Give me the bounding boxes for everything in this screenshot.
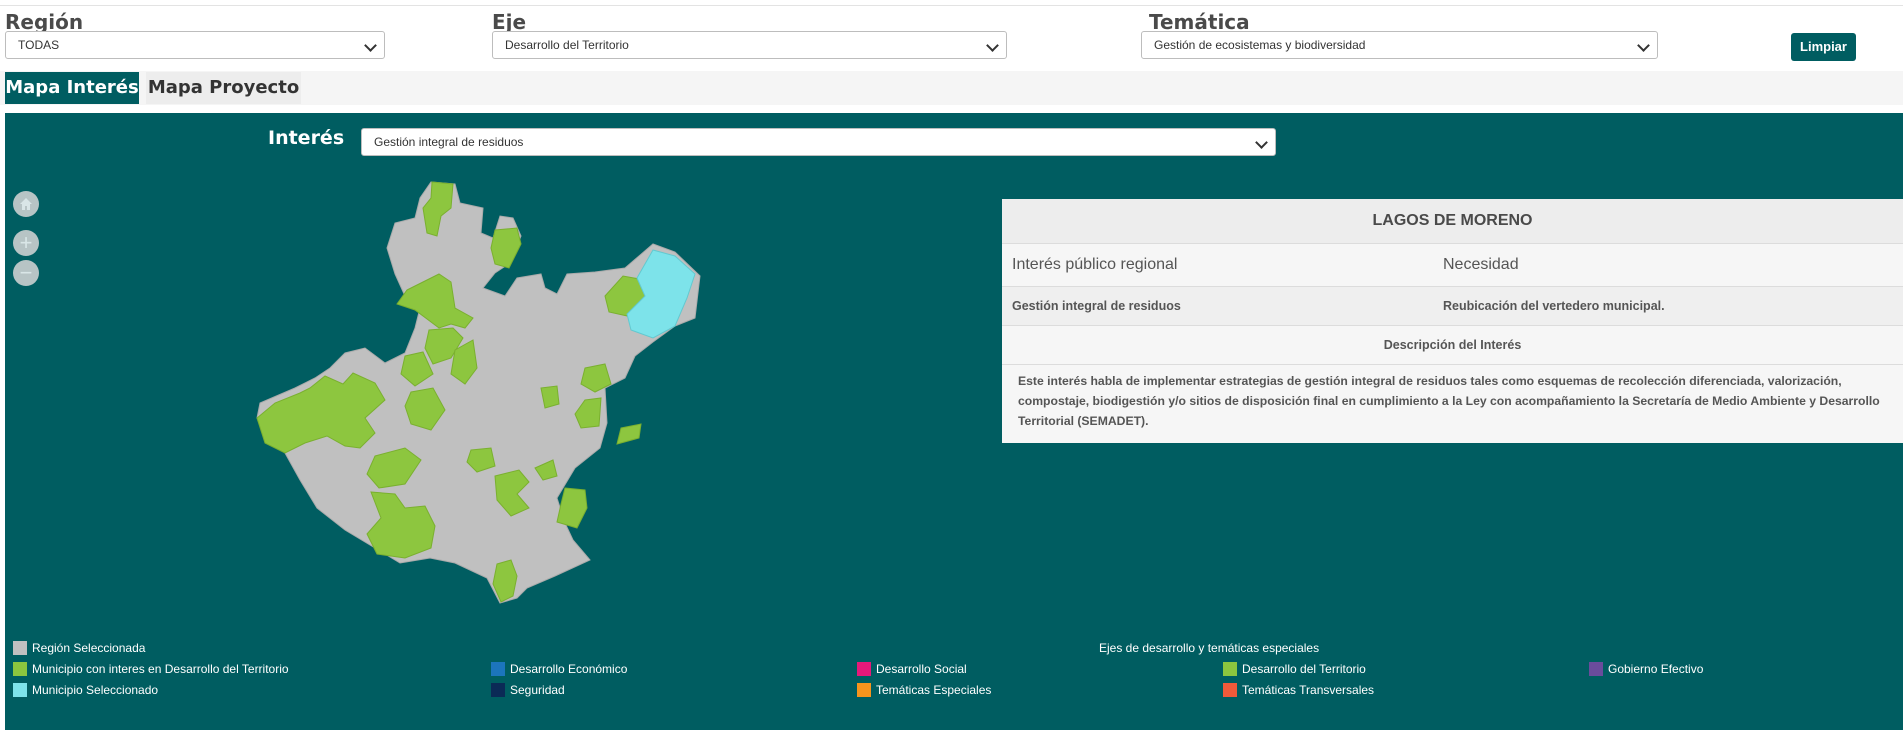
- home-button[interactable]: [13, 191, 39, 217]
- tab-mapa-proyecto[interactable]: Mapa Proyecto: [146, 72, 301, 104]
- legend-swatch: [1223, 683, 1237, 697]
- eje-select[interactable]: Desarrollo del Territorio: [492, 31, 1007, 59]
- chevron-down-icon: [364, 39, 377, 52]
- legend-swatch: [13, 641, 27, 655]
- description-text: Este interés habla de implementar estrat…: [1018, 374, 1880, 428]
- legend-swatch: [857, 683, 871, 697]
- chevron-down-icon: [986, 39, 999, 52]
- info-panel: LAGOS DE MORENO Interés público regional…: [1002, 199, 1903, 443]
- interes-label: Interés: [268, 127, 345, 149]
- chevron-down-icon: [1255, 136, 1268, 149]
- legend-swatch: [491, 662, 505, 676]
- legend-swatch: [13, 683, 27, 697]
- col-necesidad-header: Necesidad: [1443, 256, 1519, 273]
- region-select[interactable]: TODAS: [5, 31, 385, 59]
- legend-label: Temáticas Transversales: [1242, 683, 1375, 697]
- legend-label: Desarrollo Social: [876, 662, 967, 676]
- zoom-in-button[interactable]: +: [13, 230, 39, 256]
- legend-label: Desarrollo Económico: [510, 662, 628, 676]
- legend-label: Desarrollo del Territorio: [1242, 662, 1366, 676]
- legend-swatch: [1223, 662, 1237, 676]
- info-values-row: Gestión integral de residuos Reubicación…: [1002, 287, 1903, 326]
- legend-label: Municipio Seleccionado: [32, 683, 159, 697]
- legend-label: Municipio con interes en Desarrollo del …: [32, 662, 289, 676]
- legend-label: Región Seleccionada: [32, 641, 146, 655]
- eje-select-value: Desarrollo del Territorio: [505, 38, 629, 52]
- legend-swatch: [857, 662, 871, 676]
- interes-select-value: Gestión integral de residuos: [374, 135, 524, 149]
- zoom-out-button[interactable]: −: [13, 260, 39, 286]
- interes-value: Gestión integral de residuos: [1012, 299, 1181, 313]
- home-icon: [20, 198, 32, 210]
- axes-legend-title: Ejes de desarrollo y temáticas especiale…: [1099, 641, 1320, 655]
- tematica-select-value: Gestión de ecosistemas y biodiversidad: [1154, 38, 1366, 52]
- region-select-value: TODAS: [18, 38, 60, 52]
- legend-label: Gobierno Efectivo: [1608, 662, 1704, 676]
- necesidad-value: Reubicación del vertedero municipal.: [1443, 299, 1665, 313]
- info-subheader-row: Interés público regional Necesidad: [1002, 244, 1903, 287]
- municipality-title: LAGOS DE MORENO: [1002, 199, 1903, 244]
- legend-swatch: [491, 683, 505, 697]
- interes-select[interactable]: Gestión integral de residuos: [361, 128, 1276, 156]
- legend-swatch: [1589, 662, 1603, 676]
- legend-label: Seguridad: [510, 683, 565, 697]
- chevron-down-icon: [1637, 39, 1650, 52]
- legend-swatch: [13, 662, 27, 676]
- description-header: Descripción del Interés: [1002, 326, 1903, 365]
- tab-mapa-interes[interactable]: Mapa Interés: [5, 72, 139, 104]
- top-divider: [0, 5, 1903, 6]
- col-interes-header: Interés público regional: [1012, 256, 1178, 273]
- legend-label: Temáticas Especiales: [876, 683, 992, 697]
- jalisco-map[interactable]: [255, 178, 705, 608]
- tematica-select[interactable]: Gestión de ecosistemas y biodiversidad: [1141, 31, 1658, 59]
- clear-button[interactable]: Limpiar: [1791, 33, 1856, 61]
